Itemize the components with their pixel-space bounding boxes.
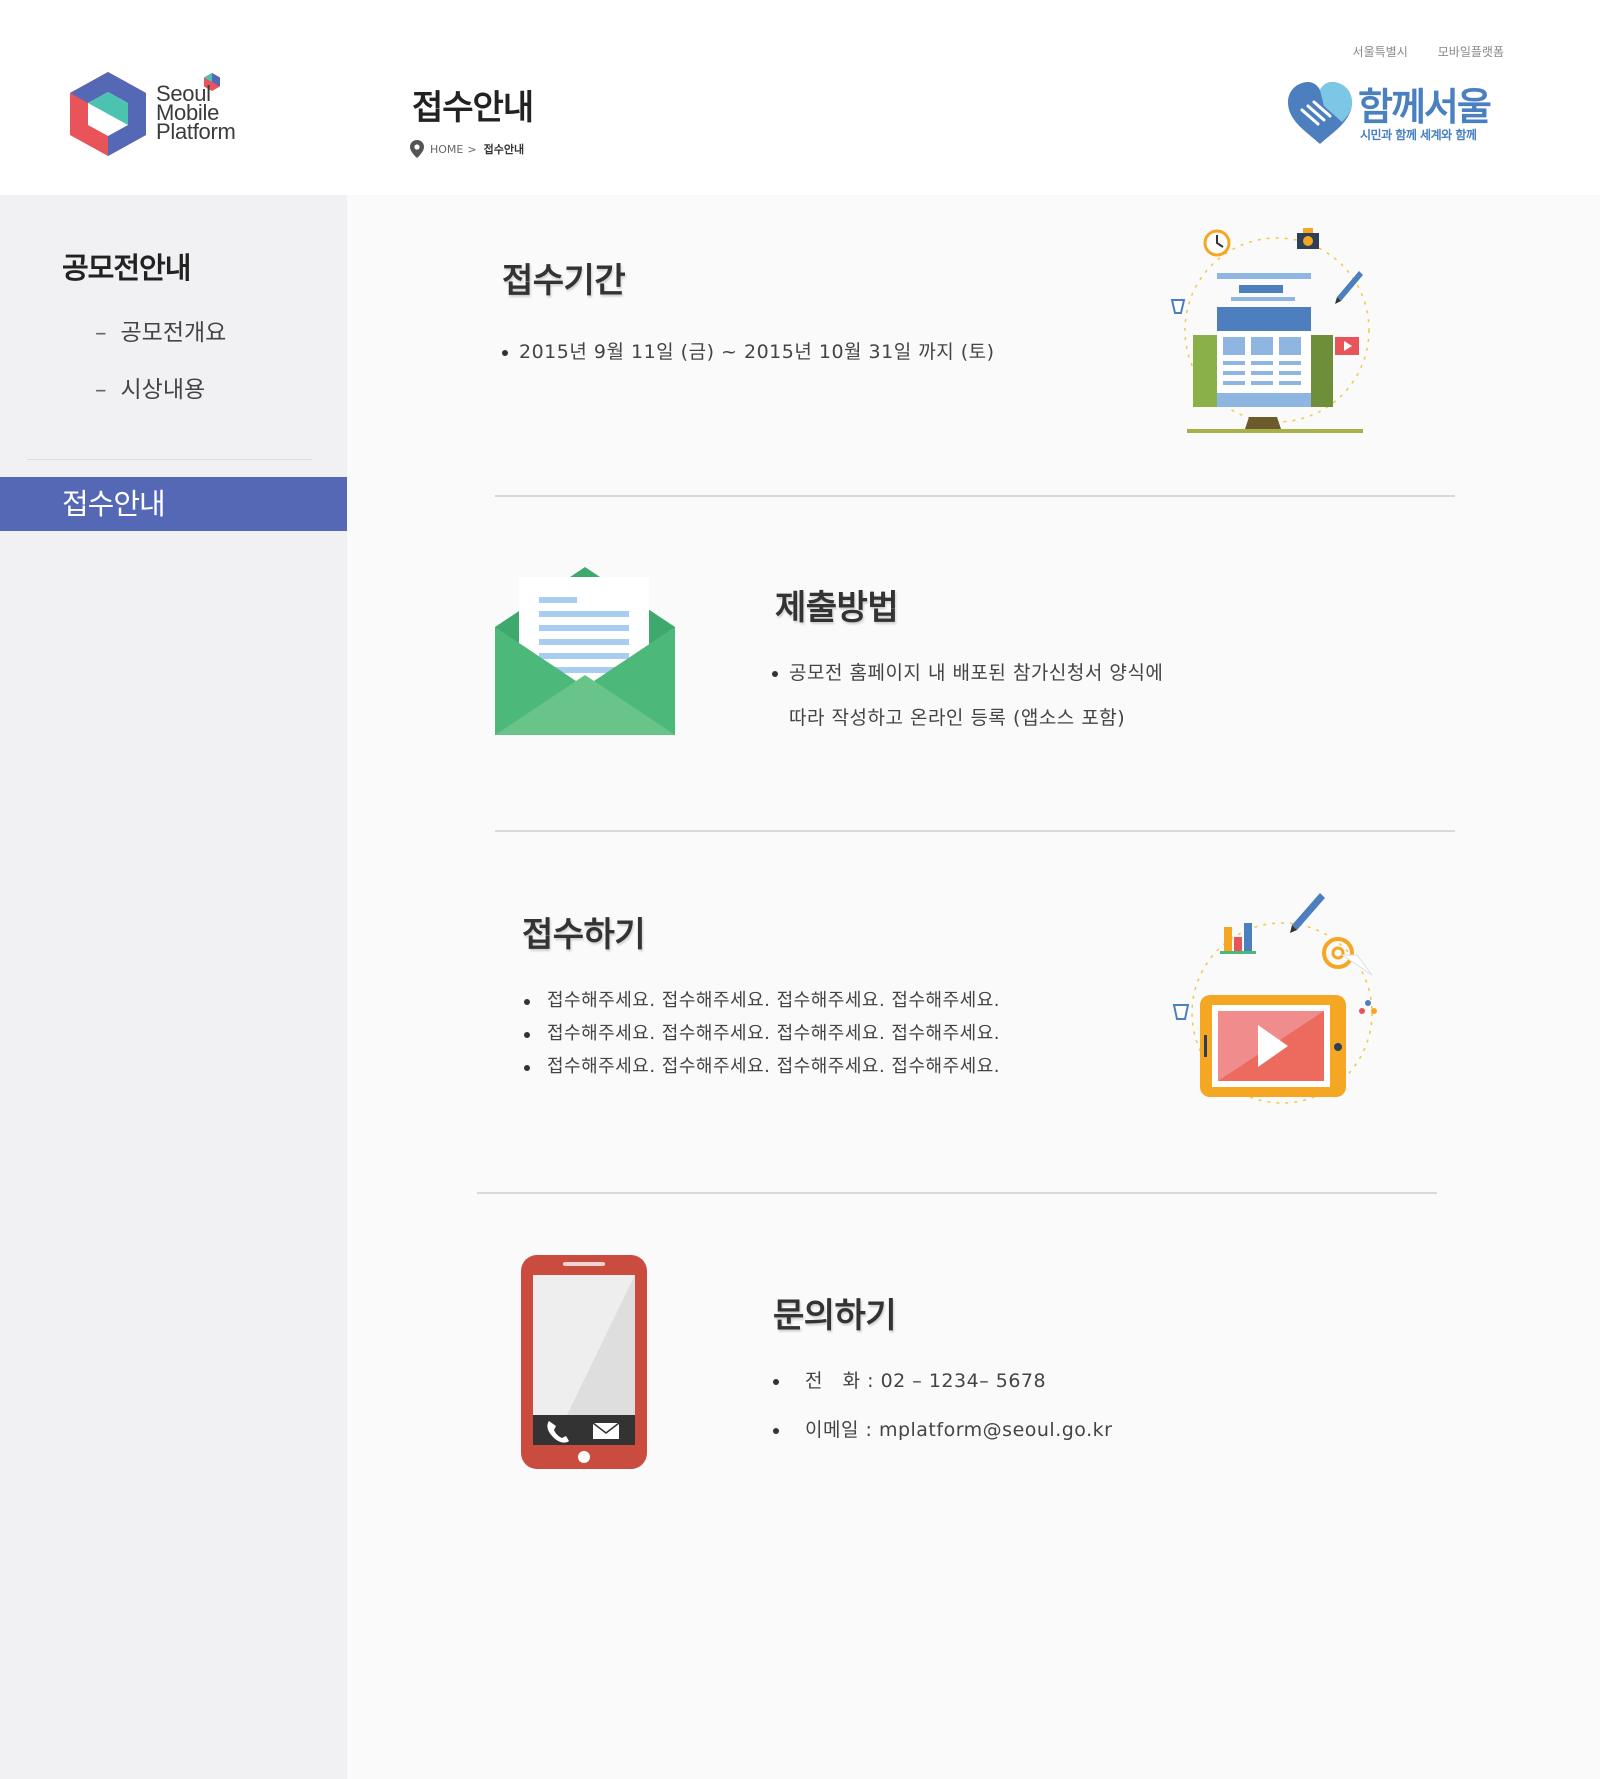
period-text: 2015년 9월 11일 (금) ~ 2015년 10월 31일 까지 (토) bbox=[519, 341, 995, 363]
section-title-method: 제출방법 bbox=[775, 588, 899, 628]
pencil-icon bbox=[1290, 893, 1325, 933]
top-link-seoul[interactable]: 서울특별시 bbox=[1353, 43, 1408, 60]
camera-icon bbox=[1297, 228, 1319, 249]
sidebar-item-active[interactable]: 접수안내 bbox=[0, 477, 347, 531]
apply-text-line: 접수해주세요. 접수해주세요. 접수해주세요. 접수해주세요. bbox=[547, 1056, 1000, 1077]
seoul-brand-logo[interactable]: 함께서울 시민과 함께 세계와 함께 bbox=[1284, 72, 1508, 152]
contact-email-value[interactable]: mplatform@seoul.go.kr bbox=[879, 1419, 1113, 1441]
mail-icon bbox=[592, 1422, 620, 1439]
contact-email-label: 이메일 : bbox=[805, 1419, 873, 1441]
envelope-illustration bbox=[495, 567, 675, 735]
bullet bbox=[773, 1379, 779, 1385]
brand-title: 함께서울 bbox=[1358, 85, 1492, 129]
breadcrumb: HOME > 접수안내 bbox=[410, 140, 524, 158]
contact-phone-label: 전 화 : bbox=[805, 1370, 875, 1392]
contact-email: 이메일 : mplatform@seoul.go.kr bbox=[805, 1415, 1112, 1442]
bullet bbox=[773, 1428, 779, 1434]
apply-text-line: 접수해주세요. 접수해주세요. 접수해주세요. 접수해주세요. bbox=[547, 990, 1000, 1011]
sidebar-item-dash: – bbox=[95, 377, 107, 403]
contact-phone: 전 화 : 02 – 1234– 5678 bbox=[805, 1366, 1046, 1393]
section-title-contact: 문의하기 bbox=[773, 1296, 897, 1336]
sidebar-title[interactable]: 공모전안내 bbox=[62, 245, 191, 287]
section-divider bbox=[495, 830, 1455, 832]
section-divider bbox=[495, 495, 1455, 497]
bullet bbox=[772, 671, 778, 677]
top-link-mobile-platform[interactable]: 모바일플랫폼 bbox=[1438, 43, 1504, 60]
sidebar-item-dash: – bbox=[95, 320, 107, 346]
method-text-line1: 공모전 홈페이지 내 배포된 참가신청서 양식에 bbox=[789, 662, 1164, 684]
apply-text-line: 접수해주세요. 접수해주세요. 접수해주세요. 접수해주세요. bbox=[547, 1023, 1000, 1044]
breadcrumb-current: 접수안내 bbox=[483, 143, 525, 156]
target-icon bbox=[1322, 937, 1373, 976]
bullet bbox=[502, 350, 508, 356]
page-title: 접수안내 bbox=[412, 88, 534, 128]
main-content: 접수기간 2015년 9월 11일 (금) ~ 2015년 10월 31일 까지… bbox=[347, 195, 1600, 1779]
clock-icon bbox=[1203, 229, 1231, 257]
cup-icon bbox=[1172, 1004, 1190, 1020]
sidebar-item-label: 시상내용 bbox=[120, 377, 206, 403]
smartphone-illustration bbox=[521, 1255, 647, 1469]
tablet-video-illustration bbox=[1172, 893, 1377, 1104]
method-text-line2: 따라 작성하고 온라인 등록 (앱소스 포함) bbox=[789, 707, 1126, 729]
bar-chart-icon bbox=[1220, 923, 1256, 954]
header: Seoul Mobile Platform 접수안내 HOME > 접수안내 서… bbox=[0, 0, 1600, 195]
bullet bbox=[524, 1032, 530, 1038]
logo-text: Seoul Mobile Platform bbox=[156, 81, 236, 144]
section-title-apply: 접수하기 bbox=[522, 915, 646, 955]
section-title-period: 접수기간 bbox=[502, 261, 626, 301]
bullet bbox=[524, 999, 530, 1005]
seoul-mobile-platform-logo[interactable]: Seoul Mobile Platform bbox=[66, 68, 256, 168]
sidebar: 공모전안내 – 공모전개요 – 시상내용 접수안내 bbox=[0, 195, 347, 1779]
sidebar-item-label: 공모전개요 bbox=[120, 320, 227, 346]
sidebar-divider bbox=[27, 459, 312, 460]
section-divider bbox=[477, 1192, 1437, 1194]
breadcrumb-home[interactable]: HOME bbox=[430, 143, 463, 156]
people-icon bbox=[1359, 1000, 1377, 1014]
bullet bbox=[524, 1065, 530, 1071]
brand-subtitle: 시민과 함께 세계와 함께 bbox=[1360, 128, 1477, 142]
hexagon-logo-icon bbox=[70, 72, 146, 156]
play-icon bbox=[1335, 337, 1359, 355]
top-links: 서울특별시 모바일플랫폼 bbox=[1353, 43, 1504, 60]
breadcrumb-separator: > bbox=[467, 142, 477, 156]
contact-phone-value: 02 – 1234– 5678 bbox=[880, 1370, 1047, 1392]
heart-handshake-icon bbox=[1288, 82, 1352, 144]
sidebar-item-overview[interactable]: – 공모전개요 bbox=[95, 313, 226, 347]
cup-icon bbox=[1170, 299, 1186, 314]
sidebar-item-awards[interactable]: – 시상내용 bbox=[95, 370, 205, 404]
website-monitor-illustration bbox=[1170, 228, 1370, 433]
location-pin-icon bbox=[410, 140, 424, 158]
